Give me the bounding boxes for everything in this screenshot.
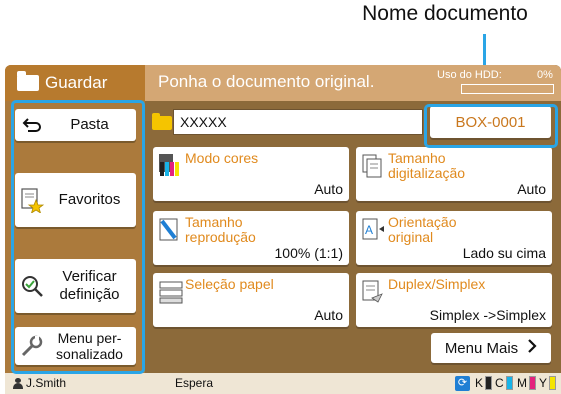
- tile-orientacao-original[interactable]: A Orientação original Lado su cima: [356, 211, 552, 265]
- hdd-usage-percent: 0%: [537, 69, 553, 81]
- tile-value: 100% (1:1): [274, 245, 343, 261]
- more-menu-label: Menu Mais: [444, 339, 519, 357]
- folder-icon: [17, 71, 39, 91]
- tile-value: Auto: [314, 181, 343, 197]
- tile-label: Tamanho digitalização: [388, 150, 466, 181]
- ink-level-y: Y: [539, 376, 557, 390]
- svg-text:A: A: [365, 223, 373, 237]
- tile-label: Tamanho reprodução: [185, 214, 256, 245]
- ink-level-c: C: [495, 376, 513, 390]
- highlight-sidebar: [11, 100, 145, 374]
- tile-value: Auto: [517, 181, 546, 197]
- page-title: Guardar: [45, 73, 108, 92]
- user-name: J.Smith: [26, 376, 67, 390]
- tile-label: Modo cores: [185, 150, 259, 166]
- scan-size-icon: [362, 154, 384, 178]
- chevron-right-icon: [528, 339, 537, 357]
- ink-swatch: [529, 376, 536, 390]
- instruction-text: Ponha o documento original.: [158, 72, 375, 91]
- callout-document-name: Nome documento: [362, 2, 528, 25]
- orientation-icon: A: [362, 218, 384, 242]
- ink-level-m: M: [517, 376, 536, 390]
- ink-status-icon[interactable]: ⟳: [455, 376, 470, 391]
- document-name-field[interactable]: XXXXX: [173, 109, 423, 135]
- user-indicator: J.Smith: [13, 376, 66, 390]
- status-bar: J.Smith Espera ⟳ K C M Y: [5, 373, 561, 394]
- folder-icon: [152, 113, 172, 130]
- tile-tamanho-digitalizacao[interactable]: Tamanho digitalização Auto: [356, 147, 552, 201]
- title-tab: Guardar: [5, 65, 145, 101]
- tile-tamanho-reproducao[interactable]: Tamanho reprodução 100% (1:1): [153, 211, 349, 265]
- ink-level-k: K: [475, 376, 493, 390]
- tile-label: Orientação original: [388, 214, 457, 245]
- ink-swatch: [505, 376, 513, 390]
- tile-value: Auto: [314, 307, 343, 323]
- user-icon: [13, 377, 23, 389]
- tile-modo-cores[interactable]: Modo cores Auto: [153, 147, 349, 201]
- more-menu-button[interactable]: Menu Mais: [431, 333, 551, 363]
- highlight-box-number: [424, 104, 558, 148]
- ink-swatch: [485, 376, 493, 390]
- ink-swatch: [549, 376, 557, 390]
- color-mode-icon: [159, 154, 181, 178]
- title-bar: Guardar Ponha o documento original. Uso …: [5, 65, 561, 101]
- tile-selecao-papel[interactable]: Seleção papel Auto: [153, 273, 349, 327]
- tile-label: Seleção papel: [185, 276, 274, 292]
- duplex-icon: [362, 280, 384, 304]
- hdd-usage-label: Uso do HDD:: [437, 69, 502, 81]
- hdd-usage-bar: [461, 84, 554, 94]
- paper-tray-icon: [159, 280, 183, 304]
- tile-label: Duplex/Simplex: [388, 276, 486, 292]
- tile-value: Lado su cima: [462, 245, 546, 261]
- tile-value: Simplex ->Simplex: [429, 307, 546, 323]
- tile-duplex-simplex[interactable]: Duplex/Simplex Simplex ->Simplex: [356, 273, 552, 327]
- reproduction-size-icon: [159, 218, 181, 242]
- status-text: Espera: [175, 376, 214, 390]
